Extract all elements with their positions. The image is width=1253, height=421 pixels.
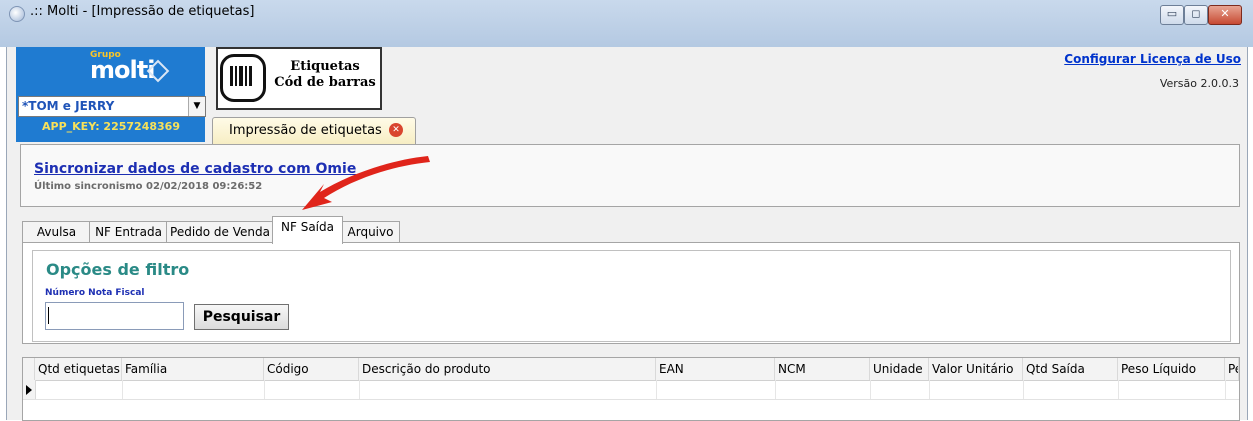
col-qtd-etiquetas[interactable]: Qtd etiquetas <box>35 358 122 380</box>
tab-avulsa[interactable]: Avulsa <box>22 221 91 243</box>
table-cell[interactable] <box>929 380 1024 399</box>
col-peso-bruto[interactable]: Pes <box>1225 358 1239 380</box>
config-license-link[interactable]: Configurar Licença de Uso <box>1064 52 1241 66</box>
table-cell[interactable] <box>1023 380 1119 399</box>
module-header: Etiquetas Cód de barras <box>216 47 382 110</box>
table-cell[interactable] <box>870 380 930 399</box>
grid-header: Qtd etiquetas Família Código Descrição d… <box>23 358 1239 381</box>
col-descricao[interactable]: Descrição do produto <box>359 358 656 380</box>
col-ncm[interactable]: NCM <box>775 358 870 380</box>
company-select[interactable]: *TOM e JERRY ▼ <box>18 96 206 117</box>
company-select-value: *TOM e JERRY <box>22 99 115 113</box>
molti-logo: Grupo molti <box>74 50 170 84</box>
module-title: Etiquetas Cód de barras <box>270 59 380 91</box>
window-title: .:: Molti - [Impressão de etiquetas] <box>30 4 255 19</box>
filter-title: Opções de filtro <box>46 260 190 279</box>
table-cell[interactable] <box>1118 380 1226 399</box>
header-row-indicator <box>23 358 35 380</box>
chevron-down-icon[interactable]: ▼ <box>188 97 205 116</box>
tab-label: Impressão de etiquetas <box>229 123 382 138</box>
col-codigo[interactable]: Código <box>264 358 359 380</box>
search-button[interactable]: Pesquisar <box>194 304 289 330</box>
annotation-arrow-icon <box>302 156 430 210</box>
barcode-icon <box>220 54 266 102</box>
col-peso-liquido[interactable]: Peso Líquido <box>1118 358 1225 380</box>
module-title-line1: Etiquetas <box>290 59 360 74</box>
table-cell[interactable] <box>656 380 776 399</box>
minimize-button[interactable]: ▭ <box>1160 5 1184 25</box>
filter-panel: Opções de filtro Número Nota Fiscal Pesq… <box>22 242 1240 344</box>
sync-panel: Sincronizar dados de cadastro com Omie Ú… <box>20 144 1240 207</box>
tab-nf-entrada[interactable]: NF Entrada <box>89 221 168 243</box>
text-caret <box>48 307 49 324</box>
close-button[interactable]: ✕ <box>1208 5 1242 25</box>
table-cell[interactable] <box>264 380 360 399</box>
col-qtd-saida[interactable]: Qtd Saída <box>1023 358 1118 380</box>
last-sync-text: Último sincronismo 02/02/2018 09:26:52 <box>34 181 263 192</box>
tab-arquivo[interactable]: Arquivo <box>341 221 400 243</box>
tab-impressao-etiquetas[interactable]: Impressão de etiquetas ✕ <box>212 117 416 144</box>
title-bar: .:: Molti - [Impressão de etiquetas] ▭ ◻… <box>0 0 1253 47</box>
module-title-line2: Cód de barras <box>274 75 376 90</box>
table-cell[interactable] <box>122 380 265 399</box>
app-key: APP_KEY: 2257248369 <box>42 120 180 133</box>
table-cell[interactable] <box>35 380 123 399</box>
version-label: Versão 2.0.0.3 <box>1159 77 1239 90</box>
tab-nf-saida[interactable]: NF Saída <box>272 216 343 244</box>
tab-pedido-venda[interactable]: Pedido de Venda <box>166 221 274 243</box>
filter-group: Opções de filtro Número Nota Fiscal Pesq… <box>32 250 1231 342</box>
nf-number-input[interactable] <box>45 302 184 330</box>
table-cell[interactable] <box>775 380 871 399</box>
nf-number-label: Número Nota Fiscal <box>45 288 145 298</box>
app-icon <box>9 6 25 22</box>
col-valor-unitario[interactable]: Valor Unitário <box>929 358 1023 380</box>
maximize-button[interactable]: ◻ <box>1184 5 1208 25</box>
table-row[interactable] <box>23 380 1239 400</box>
col-familia[interactable]: Família <box>122 358 264 380</box>
col-unidade[interactable]: Unidade <box>870 358 929 380</box>
current-row-icon <box>26 385 32 395</box>
logo-brand-text: molti <box>90 56 155 84</box>
results-grid[interactable]: Qtd etiquetas Família Código Descrição d… <box>22 357 1240 421</box>
close-tab-icon[interactable]: ✕ <box>389 123 403 137</box>
col-ean[interactable]: EAN <box>656 358 775 380</box>
table-cell[interactable] <box>359 380 657 399</box>
